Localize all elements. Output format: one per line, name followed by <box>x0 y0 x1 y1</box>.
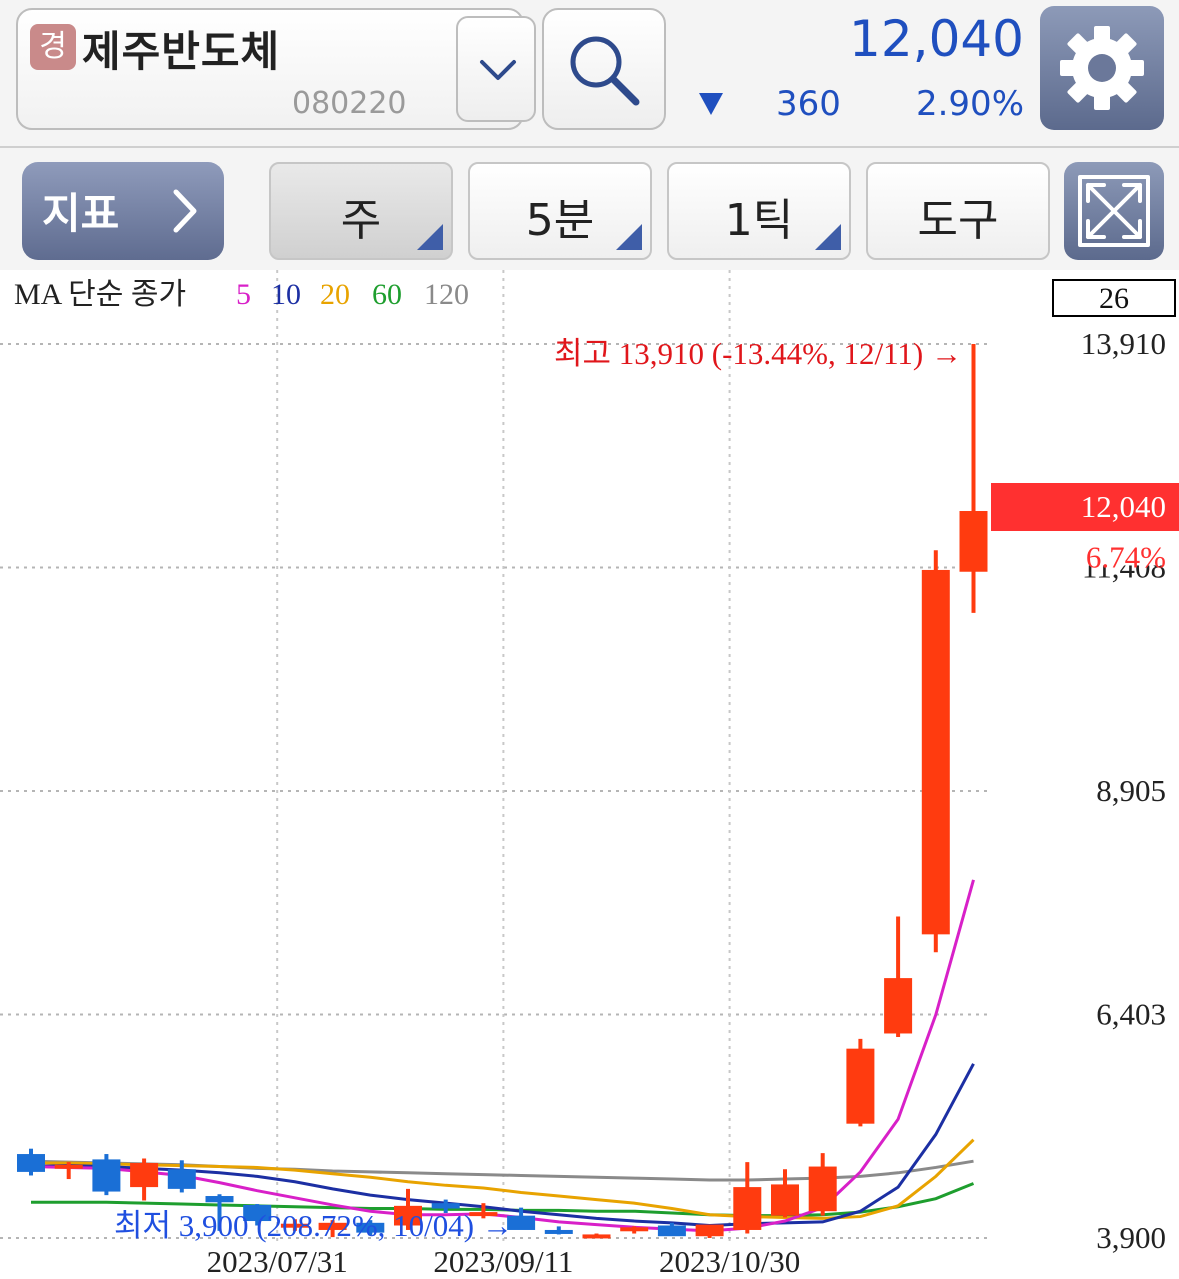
candle-body <box>54 1164 83 1169</box>
stock-name: 제주반도체 <box>82 27 281 76</box>
x-tick-label: 2023/09/11 <box>433 1244 573 1279</box>
indicator-label: 지표 <box>42 189 120 238</box>
candle-body <box>657 1225 686 1237</box>
candle-body <box>130 1162 159 1188</box>
low-annotation: 최저 3,900 (208.72%, 10/04) → <box>114 1208 513 1243</box>
ma-legend: MA 단순 종가 5 10 20 60 120 <box>14 278 469 311</box>
candle-body <box>620 1227 649 1232</box>
current-price-label: 12,040 <box>1081 489 1166 524</box>
ma-legend-prefix: MA 단순 종가 <box>14 278 186 311</box>
settings-button[interactable] <box>1040 6 1164 130</box>
ma-legend-10: 10 <box>271 278 301 311</box>
corner-triangle-icon <box>815 224 841 250</box>
candle-body <box>921 569 950 935</box>
current-price: 12,040 <box>849 10 1024 68</box>
ma-legend-20: 20 <box>320 278 350 311</box>
candle-body <box>17 1154 45 1172</box>
tools-label: 도구 <box>917 195 999 246</box>
candle-body <box>544 1229 573 1234</box>
candle-body <box>808 1166 837 1212</box>
stock-dropdown-button[interactable] <box>456 16 536 122</box>
candle-body <box>582 1234 611 1239</box>
gear-icon <box>1060 26 1144 110</box>
market-badge: 경 <box>30 24 76 70</box>
ma-legend-60: 60 <box>372 278 402 311</box>
candle-body <box>959 511 988 572</box>
x-tick-label: 2023/10/30 <box>659 1244 800 1279</box>
search-button[interactable] <box>542 8 666 130</box>
corner-triangle-icon <box>616 224 642 250</box>
candle-body <box>771 1184 799 1216</box>
candle-body <box>167 1169 196 1189</box>
down-triangle-icon <box>699 93 723 115</box>
expand-icon <box>1078 175 1150 247</box>
period-button[interactable]: 주 <box>269 162 453 260</box>
candle-body <box>846 1048 875 1124</box>
interval-button[interactable]: 5분 <box>468 162 652 260</box>
candle-body <box>733 1187 762 1230</box>
high-annotation: 최고 13,910 (-13.44%, 12/11) → <box>554 336 962 371</box>
search-icon <box>570 36 640 106</box>
y-tick-label: 8,905 <box>1096 773 1166 808</box>
tools-button[interactable]: 도구 <box>866 162 1050 260</box>
candle-body <box>92 1159 121 1192</box>
stock-selector[interactable]: 경 제주반도체 080220 <box>16 8 536 130</box>
ma-legend-5: 5 <box>236 278 251 311</box>
candle-body <box>884 978 913 1034</box>
chevron-down-icon <box>480 60 516 80</box>
ma-legend-120: 120 <box>424 278 469 311</box>
stock-code: 080220 <box>292 86 407 121</box>
price-change-value: 360 <box>776 84 841 124</box>
candle-body <box>695 1224 724 1237</box>
y-tick-label: 3,900 <box>1096 1220 1166 1255</box>
chart-toolbar: 지표 주 5분 1틱 도구 <box>0 148 1179 270</box>
y-tick-label: 6,403 <box>1096 996 1166 1031</box>
y-tick-label: 13,910 <box>1081 326 1166 361</box>
expand-button[interactable] <box>1064 162 1164 260</box>
candle-body <box>205 1196 234 1203</box>
indicator-button[interactable]: 지표 <box>22 162 224 260</box>
current-pct-label: 6.74% <box>1086 539 1166 574</box>
price-change-percent: 2.90% <box>915 84 1024 124</box>
tick-button[interactable]: 1틱 <box>667 162 851 260</box>
chevron-right-icon <box>173 189 197 233</box>
corner-triangle-icon <box>417 224 443 250</box>
candlestick-chart[interactable]: MA 단순 종가 5 10 20 60 120 26 13,910 8,905 6,… <box>0 270 1179 1279</box>
stock-header: 경 제주반도체 080220 12,040 360 2.90% <box>0 0 1179 146</box>
x-tick-label: 2023/07/31 <box>207 1244 348 1279</box>
visible-count: 26 <box>1099 282 1129 315</box>
